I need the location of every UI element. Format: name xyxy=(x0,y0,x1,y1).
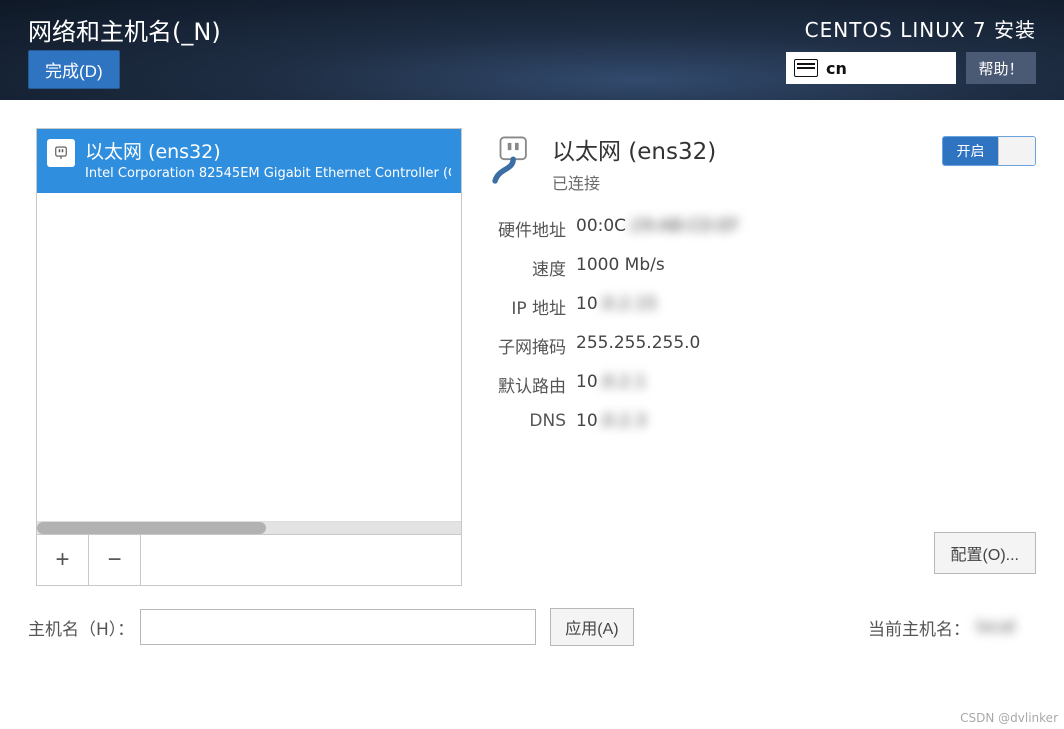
row-hw-addr: 硬件地址 00:0C00:0C:▮▮:▮▮:▮▮:▮▮:29:AB:CD:EF xyxy=(486,216,1036,241)
hostname-input[interactable] xyxy=(140,609,536,645)
keyboard-layout-code: cn xyxy=(826,59,847,78)
add-remove-row: + − xyxy=(37,534,461,585)
scrollbar-thumb[interactable] xyxy=(37,522,266,534)
device-name: 以太网 (ens32) xyxy=(85,137,451,164)
installer-title: CENTOS LINUX 7 安装 xyxy=(805,14,1036,43)
keyboard-layout-selector[interactable]: cn xyxy=(786,52,956,84)
watermark: CSDN @dvlinker xyxy=(960,711,1058,725)
info-table: 硬件地址 00:0C00:0C:▮▮:▮▮:▮▮:▮▮:29:AB:CD:EF … xyxy=(486,216,1036,431)
value-dns: 10.0.2.3 xyxy=(576,411,646,431)
add-device-button[interactable]: + xyxy=(37,535,89,585)
current-hostname-label: 当前主机名： xyxy=(868,615,970,640)
device-list-panel: 以太网 (ens32) Intel Corporation 82545EM Gi… xyxy=(36,128,462,586)
label-gateway: 默认路由 xyxy=(486,372,566,397)
ethernet-icon xyxy=(47,139,75,167)
device-list-item[interactable]: 以太网 (ens32) Intel Corporation 82545EM Gi… xyxy=(37,129,461,193)
label-dns: DNS xyxy=(486,411,566,431)
main-content: 以太网 (ens32) Intel Corporation 82545EM Gi… xyxy=(0,100,1064,680)
horizontal-scrollbar[interactable] xyxy=(37,521,461,534)
label-ip: IP 地址 xyxy=(486,294,566,319)
label-hw-addr: 硬件地址 xyxy=(486,216,566,241)
row-netmask: 子网掩码 255.255.255.0 xyxy=(486,333,1036,358)
connection-toggle[interactable]: 开启 xyxy=(942,136,1036,166)
apply-hostname-button[interactable]: 应用(A) xyxy=(550,608,633,646)
top-bar: 网络和主机名(_N) 完成(D) CENTOS LINUX 7 安装 cn 帮助… xyxy=(0,0,1064,100)
device-detail: 以太网 (ens32) 已连接 硬件地址 00:0C00:0C:▮▮:▮▮:▮▮… xyxy=(486,132,1036,445)
row-dns: DNS 10.0.2.3 xyxy=(486,411,1036,431)
hostname-label: 主机名（H）： xyxy=(28,615,134,640)
device-list[interactable]: 以太网 (ens32) Intel Corporation 82545EM Gi… xyxy=(37,129,461,521)
device-text: 以太网 (ens32) Intel Corporation 82545EM Gi… xyxy=(85,137,451,181)
value-speed: 1000 Mb/s xyxy=(576,255,665,280)
toggle-knob xyxy=(998,137,1035,165)
hostname-row: 主机名（H）： 应用(A) 当前主机名： local xyxy=(28,608,1036,646)
help-button[interactable]: 帮助！ xyxy=(966,52,1036,84)
device-description: Intel Corporation 82545EM Gigabit Ethern… xyxy=(85,166,451,181)
done-button[interactable]: 完成(D) xyxy=(28,50,120,89)
row-speed: 速度 1000 Mb/s xyxy=(486,255,1036,280)
configure-button[interactable]: 配置(O)... xyxy=(934,532,1036,574)
value-ip: 10.0.2.15 xyxy=(576,294,657,319)
keyboard-icon xyxy=(794,59,818,77)
value-netmask: 255.255.255.0 xyxy=(576,333,700,358)
toggle-on-label: 开启 xyxy=(943,137,998,165)
ethernet-icon-large xyxy=(486,132,544,190)
label-speed: 速度 xyxy=(486,255,566,280)
detail-device-status: 已连接 xyxy=(552,170,716,194)
current-hostname-value: local xyxy=(976,617,1036,637)
remove-device-button[interactable]: − xyxy=(89,535,141,585)
page-title: 网络和主机名(_N) xyxy=(28,12,221,47)
detail-title-block: 以太网 (ens32) 已连接 xyxy=(552,132,716,194)
detail-device-name: 以太网 (ens32) xyxy=(552,132,716,166)
label-netmask: 子网掩码 xyxy=(486,333,566,358)
value-hw-addr: 00:0C00:0C:▮▮:▮▮:▮▮:▮▮:29:AB:CD:EF xyxy=(576,216,739,241)
value-gateway: 10.0.2.1 xyxy=(576,372,646,397)
row-ip: IP 地址 10.0.2.15 xyxy=(486,294,1036,319)
row-gateway: 默认路由 10.0.2.1 xyxy=(486,372,1036,397)
